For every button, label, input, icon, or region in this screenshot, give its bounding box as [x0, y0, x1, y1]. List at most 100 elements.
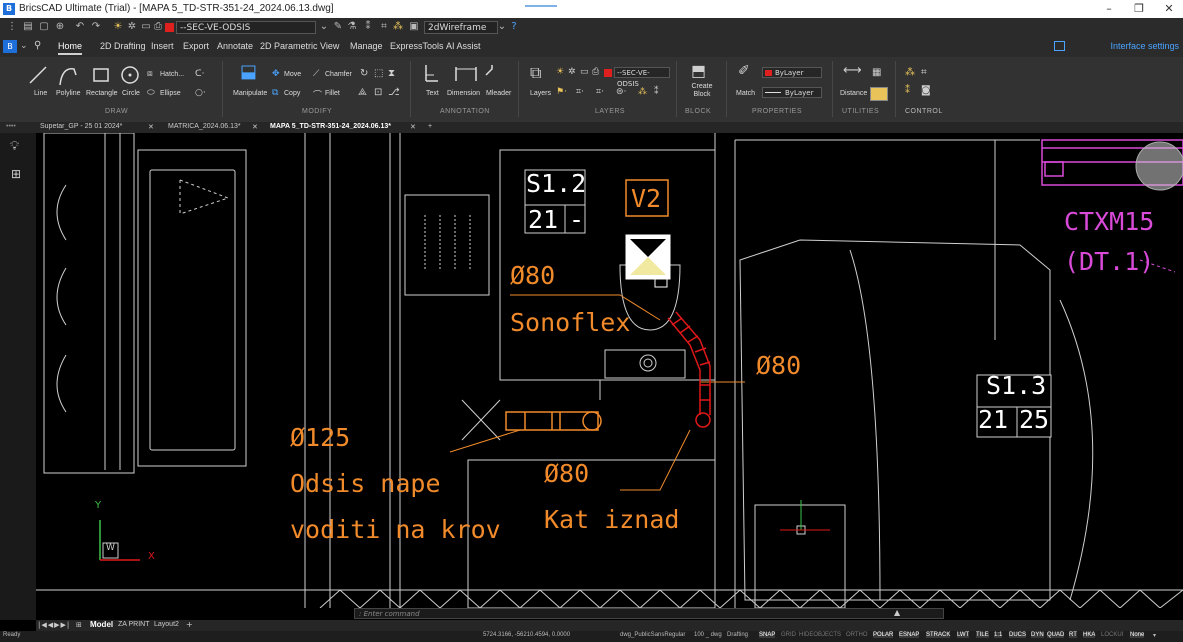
layer-on-icon[interactable]: ☀: [556, 67, 564, 77]
layout-tab-layout2[interactable]: Layout2: [154, 621, 179, 628]
manipulate-button[interactable]: Manipulate: [233, 90, 267, 97]
tab-home[interactable]: Home: [58, 41, 83, 55]
layer-tool-icon-5[interactable]: ⁂: [638, 87, 647, 97]
layer-tool-icon-2[interactable]: ⌗·: [576, 87, 584, 97]
layer-dropdown[interactable]: --SEC-VE-ODSIS: [614, 67, 670, 88]
line-button[interactable]: Line: [34, 90, 47, 97]
tab-view[interactable]: View: [320, 41, 339, 51]
text-button[interactable]: Text: [426, 90, 439, 97]
interface-settings-link[interactable]: Interface settings: [1110, 41, 1179, 51]
donut-icon[interactable]: ○·: [195, 88, 206, 98]
new-file-icon[interactable]: ▤: [22, 21, 34, 33]
interface-settings-icon[interactable]: [1054, 41, 1065, 51]
tab-expresstools[interactable]: ExpressTools: [390, 41, 444, 51]
tab-annotate[interactable]: Annotate: [217, 41, 253, 51]
layer-match-icon[interactable]: ⁑: [362, 21, 374, 33]
workspace-selector[interactable]: Drafting: [727, 632, 748, 638]
toggle-strack[interactable]: STRACK: [926, 632, 951, 638]
doc-tab-close-icon[interactable]: ✕: [148, 123, 154, 131]
control-icon-1[interactable]: ⁂: [905, 67, 915, 78]
text-style-selector[interactable]: dwg_PublicSansRegular: [620, 632, 685, 638]
create-block-button[interactable]: Create Block: [689, 83, 715, 99]
layer-light-icon[interactable]: ☀: [112, 21, 124, 33]
redo-icon[interactable]: ↷: [90, 21, 102, 33]
tab-2d-parametric[interactable]: 2D Parametric: [260, 41, 318, 51]
dim-style-selector[interactable]: 100 _ dwg: [694, 632, 722, 638]
layer-lock-icon[interactable]: ▭: [140, 21, 152, 33]
chevron-down-icon[interactable]: ⌄: [20, 41, 28, 51]
layer-tools-icon[interactable]: ⚗: [346, 21, 358, 33]
open-file-icon[interactable]: ▢: [38, 21, 50, 33]
tab-2d-drafting[interactable]: 2D Drafting: [100, 41, 146, 51]
layer-tool-icon-1[interactable]: ⚑·: [556, 87, 567, 97]
toggle-snap[interactable]: SNAP: [759, 632, 776, 638]
close-button[interactable]: ✕: [1159, 2, 1179, 16]
minimize-button[interactable]: –: [1099, 2, 1119, 16]
toggle-hideobjects[interactable]: HIDEOBJECTS: [799, 632, 841, 638]
layer-tool-icon-6[interactable]: ⁑: [654, 87, 659, 97]
circle-button[interactable]: Circle: [122, 90, 140, 97]
move-button[interactable]: Move: [284, 71, 301, 78]
layer-plot-icon[interactable]: ⎙: [592, 67, 599, 77]
chevron-down-icon[interactable]: ⌄: [496, 21, 508, 33]
toggle-lockui[interactable]: LOCKUI: [1101, 632, 1123, 638]
tab-overflow-icon[interactable]: ••••: [6, 123, 16, 130]
command-history-icon[interactable]: ▲: [894, 608, 900, 617]
toggle-esnap[interactable]: ESNAP: [899, 632, 920, 638]
match-button[interactable]: Match: [736, 90, 755, 97]
doc-tab-label[interactable]: MATRICA_2024.06.13*: [168, 123, 241, 130]
status-menu-icon[interactable]: ▾: [1153, 632, 1156, 639]
properties-icon[interactable]: ✎: [332, 21, 344, 33]
annotation-scale[interactable]: 1:1: [994, 632, 1003, 638]
new-tab-button[interactable]: +: [428, 123, 432, 130]
tab-ai-assist[interactable]: AI Assist: [446, 41, 481, 51]
fillet-button[interactable]: Fillet: [325, 90, 340, 97]
toggle-ortho[interactable]: ORTHO: [846, 632, 868, 638]
toggle-tile[interactable]: TILE: [976, 632, 989, 638]
layer-tool-icon-3[interactable]: ⌗·: [596, 87, 604, 97]
trim-icon[interactable]: ⎇: [388, 87, 400, 98]
control-icon-4[interactable]: ◙: [921, 85, 931, 96]
toggle-rt[interactable]: RT: [1069, 632, 1077, 638]
lightbulb-icon[interactable]: 💡︎: [10, 139, 19, 154]
add-layout-button[interactable]: +: [186, 620, 193, 629]
doc-tab-close-icon[interactable]: ✕: [410, 123, 416, 131]
stretch-icon[interactable]: ⊡: [374, 87, 382, 98]
calculator-icon[interactable]: ▦: [872, 67, 881, 78]
mirror-icon[interactable]: ⧗: [388, 68, 395, 79]
mleader-button[interactable]: Mleader: [486, 90, 511, 97]
app-menu-button[interactable]: B: [3, 40, 17, 53]
help-icon[interactable]: ?: [508, 21, 520, 33]
layer-dropdown[interactable]: --SEC-VE-ODSIS: [176, 21, 316, 34]
ellipse-button[interactable]: Ellipse: [160, 90, 181, 97]
visual-style-dropdown[interactable]: 2dWireframe: [424, 21, 498, 34]
control-icon-2[interactable]: ⌗: [921, 67, 927, 78]
structure-tree-icon[interactable]: ⊞: [11, 167, 21, 181]
search-icon[interactable]: ⚲: [34, 40, 41, 51]
layout-tab-za-print[interactable]: ZA PRINT: [118, 621, 150, 628]
control-icon-3[interactable]: ⁑: [905, 85, 910, 96]
toggle-polar[interactable]: POLAR: [873, 632, 894, 638]
layer-state-icon[interactable]: ⁂: [392, 21, 404, 33]
chamfer-button[interactable]: Chamfer: [325, 71, 352, 78]
array-icon[interactable]: ⟁: [358, 87, 367, 98]
toggle-ducs[interactable]: DUCS: [1009, 632, 1027, 638]
toggle-grid[interactable]: GRID: [781, 632, 796, 638]
scale-icon[interactable]: ⬚: [374, 68, 383, 79]
layout-nav-icon[interactable]: |◀◀▶▶|: [38, 621, 70, 629]
hatch-button[interactable]: Hatch...: [160, 71, 184, 78]
drawing-canvas[interactable]: S1.2 21 - V2 Ø80 Sonoflex Ø80 S1.3 21 25…: [36, 133, 1183, 608]
toggle-lwt[interactable]: LWT: [957, 632, 970, 638]
toggle-quad[interactable]: QUAD: [1047, 632, 1065, 638]
doc-tab-close-icon[interactable]: ✕: [252, 123, 258, 131]
layer-thaw-icon[interactable]: ✲: [568, 67, 576, 77]
save-icon[interactable]: ⊕: [54, 21, 66, 33]
copy-button[interactable]: Copy: [284, 90, 300, 97]
layer-unlock-icon[interactable]: ▭: [580, 67, 589, 77]
layers-button[interactable]: Layers: [530, 90, 551, 97]
tab-manage[interactable]: Manage: [350, 41, 383, 51]
tab-insert[interactable]: Insert: [151, 41, 174, 51]
rotate-icon[interactable]: ↻: [360, 68, 368, 79]
undo-icon[interactable]: ↶: [74, 21, 86, 33]
layout-tab-model[interactable]: Model: [90, 620, 113, 629]
